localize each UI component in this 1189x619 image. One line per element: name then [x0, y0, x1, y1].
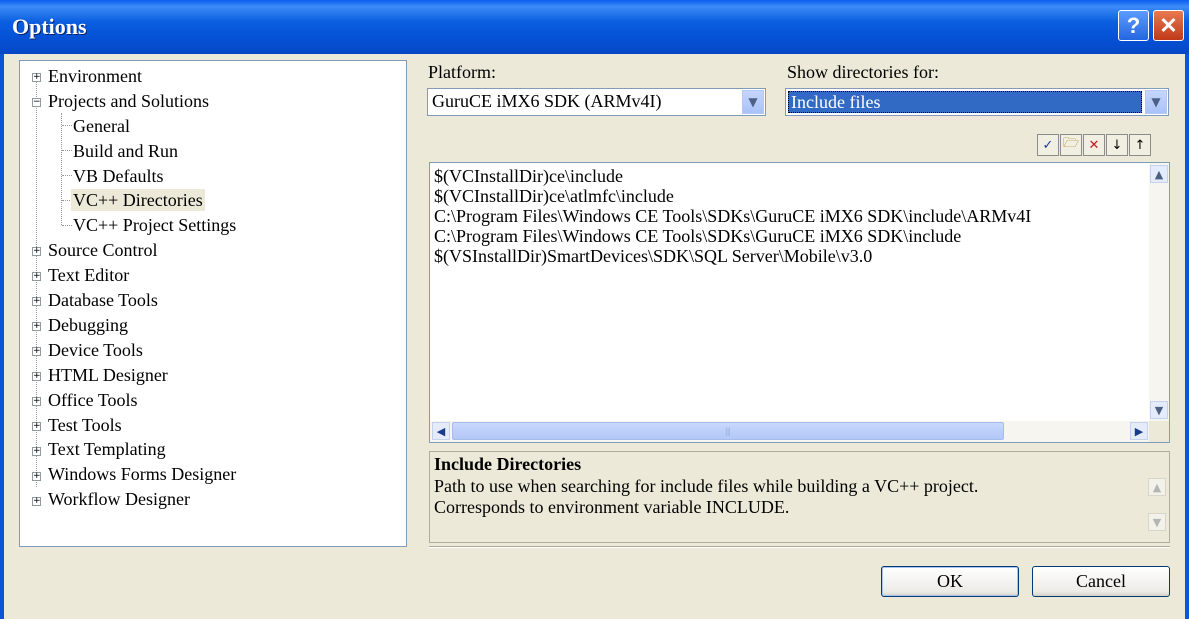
new-line-icon[interactable]: 🗁: [1060, 134, 1082, 156]
chevron-down-icon[interactable]: ▼: [742, 90, 764, 114]
show-directories-value: Include files: [791, 92, 881, 112]
tree-line: [62, 125, 72, 127]
cancel-button[interactable]: Cancel: [1032, 566, 1170, 597]
move-down-icon[interactable]: ↓: [1106, 134, 1128, 156]
scroll-right-icon[interactable]: ▶: [1130, 422, 1148, 440]
tree-item-database-tools[interactable]: Database Tools: [48, 289, 158, 311]
description-line: Path to use when searching for include f…: [434, 476, 979, 496]
expand-icon[interactable]: +: [32, 73, 41, 82]
description-panel: Include Directories Path to use when sea…: [429, 451, 1170, 543]
chevron-down-icon[interactable]: ▼: [1145, 90, 1167, 114]
expand-icon[interactable]: +: [32, 422, 41, 431]
check-icon[interactable]: ✓: [1037, 134, 1059, 156]
window-border-right: [1185, 54, 1189, 619]
expand-icon[interactable]: +: [32, 472, 41, 481]
tree-item-workflow-designer[interactable]: Workflow Designer: [48, 488, 190, 510]
expand-icon[interactable]: +: [32, 397, 41, 406]
list-item[interactable]: $(VSInstallDir)SmartDevices\SDK\SQL Serv…: [434, 246, 872, 266]
tree-item-office-tools[interactable]: Office Tools: [48, 389, 138, 411]
tree-line: [62, 150, 72, 152]
title-bar[interactable]: Options ? ✕: [0, 0, 1189, 54]
scroll-down-icon[interactable]: ▼: [1150, 401, 1168, 419]
scroll-up-icon[interactable]: ▲: [1150, 165, 1168, 183]
list-item[interactable]: $(VCInstallDir)ce\include: [434, 166, 623, 186]
expand-icon[interactable]: +: [32, 297, 41, 306]
tree-item-vc-project-settings[interactable]: VC++ Project Settings: [73, 214, 236, 236]
platform-dropdown[interactable]: GuruCE iMX6 SDK (ARMv4I) ▼: [427, 88, 766, 116]
options-tree[interactable]: + Environment − Projects and Solutions G…: [19, 60, 407, 547]
tree-item-test-tools[interactable]: Test Tools: [48, 414, 122, 436]
platform-label: Platform:: [428, 62, 496, 82]
help-button[interactable]: ?: [1118, 10, 1149, 41]
scroll-left-icon[interactable]: ◀: [432, 422, 450, 440]
horizontal-scroll-thumb[interactable]: |||: [452, 422, 1004, 440]
show-directories-label: Show directories for:: [787, 62, 939, 82]
directory-list[interactable]: $(VCInstallDir)ce\include $(VCInstallDir…: [429, 162, 1170, 443]
window-border-left: [0, 54, 4, 619]
scroll-corner: [1149, 421, 1169, 442]
expand-icon[interactable]: +: [32, 322, 41, 331]
tree-item-windows-forms-designer[interactable]: Windows Forms Designer: [48, 463, 236, 485]
tree-item-vc-directories[interactable]: VC++ Directories: [71, 189, 205, 211]
close-button[interactable]: ✕: [1153, 10, 1184, 41]
tree-line: [61, 113, 63, 225]
move-up-icon[interactable]: ↑: [1129, 134, 1151, 156]
delete-icon[interactable]: ✕: [1083, 134, 1105, 156]
tree-item-projects-and-solutions[interactable]: Projects and Solutions: [48, 90, 209, 112]
tree-item-device-tools[interactable]: Device Tools: [48, 339, 143, 361]
description-title: Include Directories: [434, 454, 582, 474]
expand-icon[interactable]: +: [32, 347, 41, 356]
ok-button[interactable]: OK: [881, 566, 1019, 597]
collapse-icon[interactable]: −: [32, 98, 41, 107]
dialog-title: Options: [12, 14, 87, 39]
tree-line: [62, 175, 72, 177]
list-item[interactable]: C:\Program Files\Windows CE Tools\SDKs\G…: [434, 206, 1031, 226]
expand-icon[interactable]: +: [32, 447, 41, 456]
separator: [429, 546, 1170, 548]
list-item[interactable]: $(VCInstallDir)ce\atlmfc\include: [434, 186, 674, 206]
tree-item-html-designer[interactable]: HTML Designer: [48, 364, 168, 386]
vertical-scrollbar[interactable]: ▲ ▼: [1149, 163, 1169, 421]
tree-item-build-and-run[interactable]: Build and Run: [73, 140, 178, 162]
description-line: Corresponds to environment variable INCL…: [434, 497, 790, 517]
tree-item-text-templating[interactable]: Text Templating: [48, 438, 166, 460]
tree-item-environment[interactable]: Environment: [48, 65, 142, 87]
show-directories-dropdown[interactable]: Include files ▼: [785, 88, 1169, 116]
options-dialog: Options ? ✕ + Environment − Projects and…: [0, 0, 1189, 619]
tree-item-vb-defaults[interactable]: VB Defaults: [73, 165, 163, 187]
tree-line: [62, 225, 72, 227]
show-directories-selection: Include files: [788, 91, 1142, 113]
tree-item-debugging[interactable]: Debugging: [48, 314, 128, 336]
tree-item-source-control[interactable]: Source Control: [48, 239, 158, 261]
expand-icon[interactable]: +: [32, 372, 41, 381]
platform-value: GuruCE iMX6 SDK (ARMv4I): [432, 91, 662, 111]
list-item[interactable]: C:\Program Files\Windows CE Tools\SDKs\G…: [434, 226, 961, 246]
scroll-up-icon[interactable]: ▲: [1148, 478, 1166, 496]
horizontal-scrollbar[interactable]: ◀ ||| ▶: [430, 421, 1150, 442]
tree-item-general[interactable]: General: [73, 115, 130, 137]
tree-item-text-editor[interactable]: Text Editor: [48, 264, 129, 286]
expand-icon[interactable]: +: [32, 247, 41, 256]
expand-icon[interactable]: +: [32, 272, 41, 281]
expand-icon[interactable]: +: [32, 497, 41, 506]
scroll-down-icon[interactable]: ▼: [1148, 513, 1166, 531]
